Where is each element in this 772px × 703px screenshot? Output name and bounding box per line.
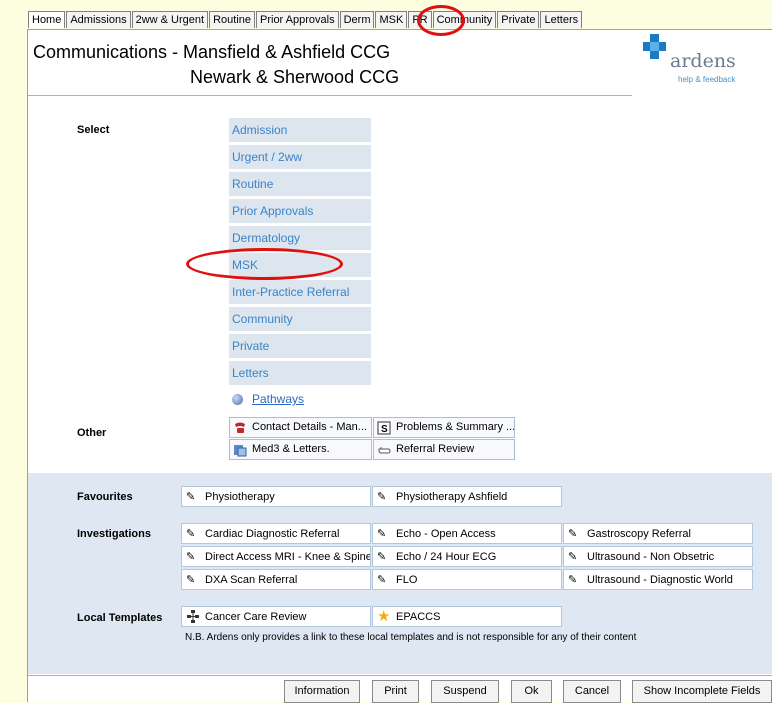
pen-paper-icon: ✎ <box>377 527 387 540</box>
pen-paper-icon: ✎ <box>377 550 387 563</box>
page-subtitle: Newark & Sherwood CCG <box>190 67 400 87</box>
pathways-link[interactable]: Pathways <box>252 392 304 406</box>
pen-paper-icon: ✎ <box>186 527 196 540</box>
select-item-private[interactable]: Private <box>229 334 371 358</box>
annotation-ring-msk-tab <box>417 5 465 36</box>
pen-paper-icon: ✎ <box>377 490 387 503</box>
tab-strip: Home Admissions 2ww & Urgent Routine Pri… <box>28 11 583 29</box>
select-item-routine[interactable]: Routine <box>229 172 371 196</box>
help-feedback-link[interactable]: help & feedback <box>678 75 735 84</box>
tab-routine[interactable]: Routine <box>209 11 255 28</box>
referral-review-label: Referral Review <box>396 443 475 455</box>
ok-button[interactable]: Ok <box>511 680 552 703</box>
ultrasound-non-obsetric-label: Ultrasound - Non Obsetric <box>587 550 715 563</box>
dxa-scan-referral-label: DXA Scan Referral <box>205 573 298 586</box>
flo-label: FLO <box>396 573 418 586</box>
echo-open-access-label: Echo - Open Access <box>396 527 496 540</box>
problems-summary-label: Problems & Summary ... <box>396 421 515 433</box>
echo-24-hour-ecg-button[interactable]: ✎ Echo / 24 Hour ECG <box>372 546 562 567</box>
select-label: Select <box>77 124 110 136</box>
pen-paper-icon: ✎ <box>568 573 578 586</box>
ardens-cross-icon <box>643 34 666 59</box>
pen-paper-icon: ✎ <box>186 550 196 563</box>
flo-button[interactable]: ✎ FLO <box>372 569 562 590</box>
phone-icon <box>235 422 245 433</box>
header-divider <box>28 95 632 96</box>
local-templates-label: Local Templates <box>77 612 163 624</box>
tab-msk[interactable]: MSK <box>375 11 408 28</box>
communications-window: Home Admissions 2ww & Urgent Routine Pri… <box>0 0 772 703</box>
direct-access-mri-button[interactable]: ✎ Direct Access MRI - Knee & Spine <box>181 546 371 567</box>
svg-text:S: S <box>381 424 388 435</box>
cardiac-diagnostic-referral-button[interactable]: ✎ Cardiac Diagnostic Referral <box>181 523 371 544</box>
med3-letters-button[interactable]: Med3 & Letters. <box>229 439 372 460</box>
gastroscopy-referral-button[interactable]: ✎ Gastroscopy Referral <box>563 523 753 544</box>
echo-open-access-button[interactable]: ✎ Echo - Open Access <box>372 523 562 544</box>
cancer-care-review-label: Cancer Care Review <box>205 610 307 623</box>
echo-24-hour-ecg-label: Echo / 24 Hour ECG <box>396 550 497 563</box>
pen-paper-icon: ✎ <box>568 527 578 540</box>
print-button[interactable]: Print <box>372 680 419 703</box>
investigations-label: Investigations <box>77 528 151 540</box>
direct-access-mri-label: Direct Access MRI - Knee & Spine <box>205 550 371 563</box>
select-item-community[interactable]: Community <box>229 307 371 331</box>
contact-details-label: Contact Details - Man... <box>252 421 367 433</box>
pen-paper-icon: ✎ <box>568 550 578 563</box>
letters-icon <box>234 444 247 456</box>
pen-paper-icon: ✎ <box>186 490 196 503</box>
tab-derm[interactable]: Derm <box>339 11 375 28</box>
globe-icon <box>232 393 243 405</box>
physiotherapy-button[interactable]: ✎ Physiotherapy <box>181 486 371 507</box>
annotation-ring-msk-item <box>186 248 343 280</box>
select-item-dermatology[interactable]: Dermatology <box>229 226 371 250</box>
suspend-button[interactable]: Suspend <box>431 680 499 703</box>
physiotherapy-ashfield-button[interactable]: ✎ Physiotherapy Ashfield <box>372 486 562 507</box>
tab-home[interactable]: Home <box>28 11 66 28</box>
pen-paper-icon: ✎ <box>377 573 387 586</box>
ultrasound-diagnostic-world-label: Ultrasound - Diagnostic World <box>587 573 733 586</box>
pathways-link-row[interactable]: Pathways <box>232 390 304 408</box>
tab-prior-approvals[interactable]: Prior Approvals <box>256 11 339 28</box>
ardens-logo[interactable]: ardens help & feedback <box>640 32 750 92</box>
show-incomplete-fields-button[interactable]: Show Incomplete Fields <box>632 680 772 703</box>
contact-details-button[interactable]: Contact Details - Man... <box>229 417 372 438</box>
cardiac-diagnostic-referral-label: Cardiac Diagnostic Referral <box>205 527 340 540</box>
dxa-scan-referral-button[interactable]: ✎ DXA Scan Referral <box>181 569 371 590</box>
tab-admissions[interactable]: Admissions <box>66 11 131 28</box>
select-item-inter-practice-referral[interactable]: Inter-Practice Referral <box>229 280 371 304</box>
epaccs-button[interactable]: ★ EPACCS <box>372 606 562 627</box>
select-item-urgent-2ww[interactable]: Urgent / 2ww <box>229 145 371 169</box>
cancel-button[interactable]: Cancel <box>563 680 621 703</box>
document-s-icon: S <box>377 421 391 435</box>
ultrasound-non-obsetric-button[interactable]: ✎ Ultrasound - Non Obsetric <box>563 546 753 567</box>
referral-review-button[interactable]: Referral Review <box>373 439 515 460</box>
physiotherapy-label: Physiotherapy <box>205 490 275 503</box>
cancer-care-review-button[interactable]: Cancer Care Review <box>181 606 371 627</box>
pen-paper-icon: ✎ <box>186 573 196 586</box>
logo-wordmark: ardens <box>670 50 736 72</box>
med3-letters-label: Med3 & Letters. <box>252 443 330 455</box>
tab-letters[interactable]: Letters <box>540 11 583 28</box>
select-item-prior-approvals[interactable]: Prior Approvals <box>229 199 371 223</box>
local-templates-disclaimer: N.B. Ardens only provides a link to thes… <box>185 632 637 643</box>
favourites-label: Favourites <box>77 491 133 503</box>
select-item-admission[interactable]: Admission <box>229 118 371 142</box>
physiotherapy-ashfield-label: Physiotherapy Ashfield <box>396 490 508 503</box>
tab-2ww-urgent[interactable]: 2ww & Urgent <box>131 11 209 28</box>
star-icon: ★ <box>377 607 391 625</box>
ultrasound-diagnostic-world-button[interactable]: ✎ Ultrasound - Diagnostic World <box>563 569 753 590</box>
other-label: Other <box>77 427 107 439</box>
footer-divider <box>28 675 772 676</box>
flowchart-icon <box>187 609 199 623</box>
page-title: Communications - Mansfield & Ashfield CC… <box>33 42 391 62</box>
tab-private[interactable]: Private <box>497 11 540 28</box>
gastroscopy-referral-label: Gastroscopy Referral <box>587 527 691 540</box>
information-button[interactable]: Information <box>284 680 360 703</box>
problems-summary-button[interactable]: S Problems & Summary ... <box>373 417 515 438</box>
hand-pointer-icon <box>378 446 391 453</box>
select-item-letters[interactable]: Letters <box>229 361 371 385</box>
epaccs-label: EPACCS <box>396 610 441 623</box>
